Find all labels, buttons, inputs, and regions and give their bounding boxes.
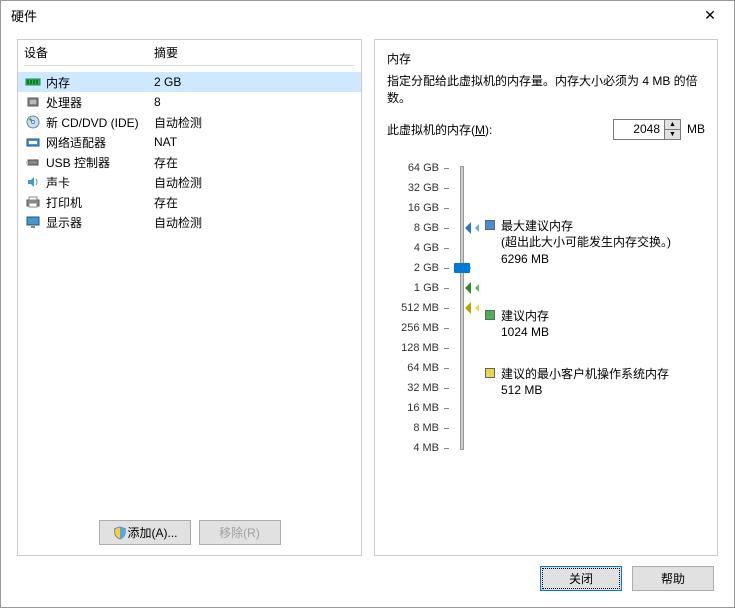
legend-max-swatch [485,220,495,230]
device-name: 显示器 [46,214,154,231]
add-button[interactable]: 添加(A)... [99,520,191,545]
tick-label: 1 GB [414,278,439,298]
spin-buttons[interactable]: ▲▼ [664,120,680,139]
tick-label: 64 GB [408,158,439,178]
device-name: 内存 [46,74,154,91]
device-summary: NAT [154,135,355,149]
legend-max: 最大建议内存 (超出此大小可能发生内存交换。) 6296 MB [485,218,671,268]
memory-desc: 指定分配给此虚拟机的内存量。内存大小必须为 4 MB 的倍数。 [387,73,705,107]
tick-label: 4 GB [414,238,439,258]
device-row[interactable]: 内存2 GB [18,72,361,92]
slider-handle[interactable] [454,263,470,273]
legend-rec: 建议内存 1024 MB [485,308,549,342]
device-summary: 存在 [154,154,355,171]
tick-label: 256 MB [401,318,439,338]
device-name: USB 控制器 [46,154,154,171]
memory-input-label: 此虚拟机的内存(M): [387,121,607,138]
device-row[interactable]: 新 CD/DVD (IDE)自动检测 [18,112,361,132]
tick-label: 512 MB [401,298,439,318]
tick-label: 4 MB [413,438,439,458]
memory-input[interactable] [614,120,664,139]
max-marker-icon [459,222,471,234]
tick-label: 16 GB [408,198,439,218]
help-button[interactable]: 帮助 [632,566,714,591]
slider-track[interactable] [451,158,473,458]
remove-button: 移除(R) [199,520,281,545]
device-panel: 设备 摘要 内存2 GB处理器8新 CD/DVD (IDE)自动检测网络适配器N… [17,39,362,556]
tick-label: 16 MB [407,398,439,418]
tick-label: 2 GB [414,258,439,278]
device-row[interactable]: 显示器自动检测 [18,212,361,232]
tick-label: 8 GB [414,218,439,238]
device-name: 处理器 [46,94,154,111]
printer-icon [24,194,42,210]
device-buttons: 添加(A)... 移除(R) [18,512,361,555]
device-row[interactable]: 打印机存在 [18,192,361,212]
content-area: 设备 摘要 内存2 GB处理器8新 CD/DVD (IDE)自动检测网络适配器N… [1,29,734,607]
device-row[interactable]: 网络适配器NAT [18,132,361,152]
memory-title: 内存 [387,50,705,67]
tick-label: 8 MB [413,418,439,438]
device-summary: 自动检测 [154,214,355,231]
hardware-dialog: 硬件 ✕ 设备 摘要 内存2 GB处理器8新 CD/DVD (IDE)自动检测网… [0,0,735,608]
tick-label: 64 MB [407,358,439,378]
net-icon [24,134,42,150]
device-name: 声卡 [46,174,154,191]
cpu-icon [24,94,42,110]
col-device[interactable]: 设备 [24,44,154,66]
rec-marker-icon [459,282,471,294]
device-row[interactable]: 声卡自动检测 [18,172,361,192]
device-list[interactable]: 内存2 GB处理器8新 CD/DVD (IDE)自动检测网络适配器NATUSB … [18,72,361,512]
col-summary[interactable]: 摘要 [154,44,355,66]
tick-label: 32 GB [408,178,439,198]
shield-icon [112,526,126,540]
window-title: 硬件 [11,6,690,25]
disc-icon [24,114,42,130]
spin-up-icon[interactable]: ▲ [665,120,680,130]
min-marker-icon [459,302,471,314]
memory-icon [24,74,42,90]
usb-icon [24,154,42,170]
display-icon [24,214,42,230]
memory-spinner[interactable]: ▲▼ [613,119,681,140]
slider-ticks: 64 GB32 GB16 GB8 GB4 GB2 GB1 GB512 MB256… [387,158,439,458]
legend-min: 建议的最小客户机操作系统内存 512 MB [485,366,669,400]
slider-legend: 最大建议内存 (超出此大小可能发生内存交换。) 6296 MB 建议内存 102… [485,158,705,458]
memory-slider-area: 64 GB32 GB16 GB8 GB4 GB2 GB1 GB512 MB256… [387,158,705,458]
device-summary: 2 GB [154,75,355,89]
tick-label: 128 MB [401,338,439,358]
device-name: 网络适配器 [46,134,154,151]
memory-unit: MB [687,122,705,136]
spin-down-icon[interactable]: ▼ [665,130,680,139]
legend-min-swatch [485,368,495,378]
memory-panel: 内存 指定分配给此虚拟机的内存量。内存大小必须为 4 MB 的倍数。 此虚拟机的… [374,39,718,556]
sound-icon [24,174,42,190]
legend-rec-swatch [485,310,495,320]
close-button[interactable]: 关闭 [540,566,622,591]
device-row[interactable]: USB 控制器存在 [18,152,361,172]
device-summary: 8 [154,95,355,109]
device-summary: 自动检测 [154,114,355,131]
device-summary: 存在 [154,194,355,211]
device-name: 打印机 [46,194,154,211]
tick-label: 32 MB [407,378,439,398]
device-table-header: 设备 摘要 [18,40,361,72]
close-icon[interactable]: ✕ [690,2,730,28]
device-name: 新 CD/DVD (IDE) [46,114,154,131]
dialog-footer: 关闭 帮助 [17,556,718,597]
titlebar: 硬件 ✕ [1,1,734,29]
device-row[interactable]: 处理器8 [18,92,361,112]
memory-input-row: 此虚拟机的内存(M): ▲▼ MB [387,119,705,140]
device-summary: 自动检测 [154,174,355,191]
